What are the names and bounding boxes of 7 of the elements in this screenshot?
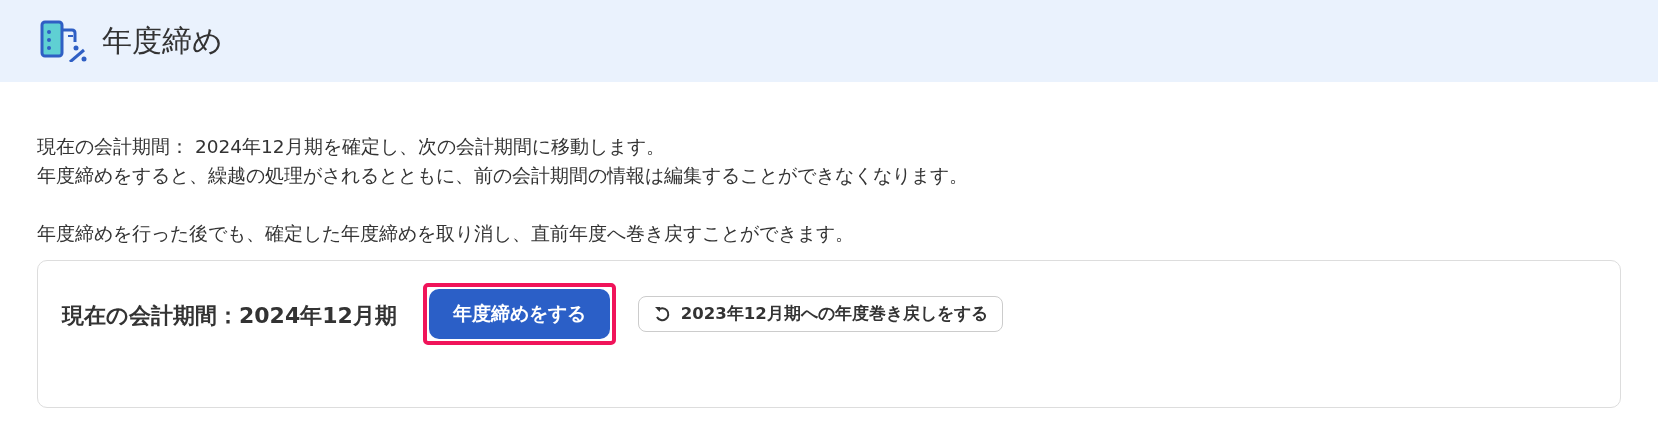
page-title: 年度締め <box>102 21 223 60</box>
note-text: 年度締めを行った後でも、確定した年度締めを取り消し、直前年度へ巻き戻すことができます。 <box>37 222 855 246</box>
description-text: 現在の会計期間： 2024年12月期を確定し、次の会計期間に移動します。 <box>37 135 666 159</box>
rollback-button[interactable]: 2023年12月期への年度巻き戻しをする <box>637 296 1003 332</box>
close-year-button[interactable]: 年度締めをする <box>428 289 610 339</box>
description-text: 年度締めをすると、繰越の処理がされるとともに、前の会計期間の情報は編集することができなくなります。 <box>37 164 969 188</box>
current-period-label: 現在の会計期間：2024年12月期 <box>62 302 397 330</box>
